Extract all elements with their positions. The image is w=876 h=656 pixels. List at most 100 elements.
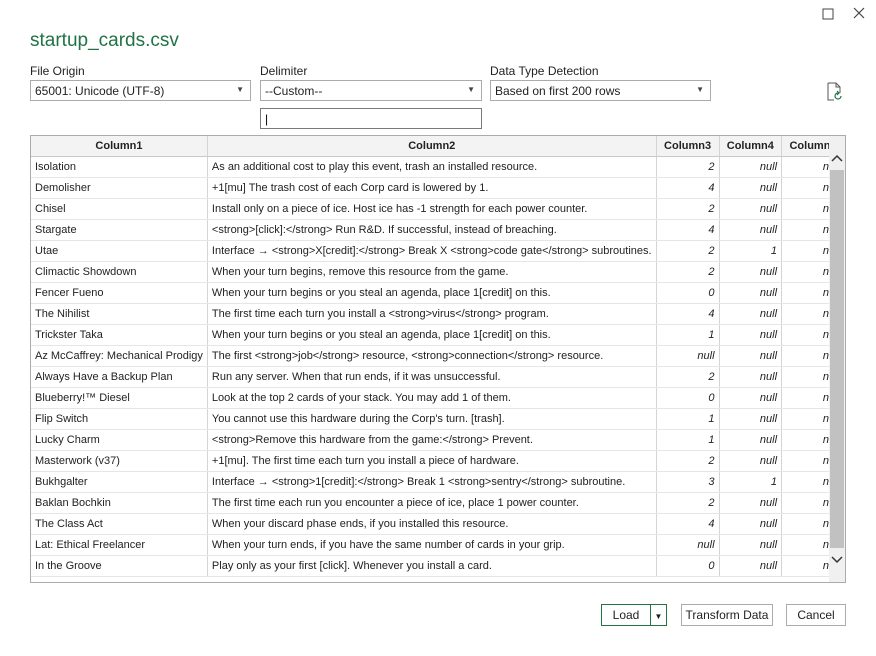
table-cell: null bbox=[719, 282, 783, 304]
cancel-button[interactable]: Cancel bbox=[786, 604, 846, 626]
scroll-down-button[interactable] bbox=[829, 552, 845, 568]
table-row: Chisel Install only on a piece of ice. Ho… bbox=[31, 198, 845, 220]
table-cell: Utae bbox=[31, 240, 208, 262]
table-cell: Stargate bbox=[31, 219, 208, 241]
table-cell: 2 bbox=[656, 261, 720, 283]
table-cell: Lat: Ethical Freelancer bbox=[31, 534, 208, 556]
table-cell: 0 bbox=[656, 282, 720, 304]
column-header[interactable]: Column4 bbox=[719, 136, 783, 157]
table-row: Demolisher +1[mu] The trash cost of each … bbox=[31, 177, 845, 199]
table-cell: Run any server. When that run ends, if i… bbox=[207, 366, 657, 388]
column-header[interactable]: Column1 bbox=[31, 136, 208, 157]
scroll-up-button[interactable] bbox=[829, 150, 845, 166]
table-cell: null bbox=[719, 156, 783, 178]
table-cell: The Class Act bbox=[31, 513, 208, 535]
transform-data-button[interactable]: Transform Data bbox=[681, 604, 773, 626]
table-cell: null bbox=[719, 345, 783, 367]
table-cell: null bbox=[719, 219, 783, 241]
table-cell: 0 bbox=[656, 387, 720, 409]
table-cell: Lucky Charm bbox=[31, 429, 208, 451]
table-cell: null bbox=[719, 387, 783, 409]
table-cell: The first <strong>job</strong> resource,… bbox=[207, 345, 657, 367]
table-cell: null bbox=[719, 492, 783, 514]
chevron-down-icon bbox=[831, 556, 843, 564]
table-cell: 2 bbox=[656, 198, 720, 220]
table-cell: You cannot use this hardware during the … bbox=[207, 408, 657, 430]
table-row: Masterwork (v37) +1[mu]. The first time e… bbox=[31, 450, 845, 472]
preview-grid[interactable]: Column1 Column2 Column3 Column4 Column5 … bbox=[30, 135, 846, 583]
table-cell: When your discard phase ends, if you ins… bbox=[207, 513, 657, 535]
delimiter-select[interactable]: --Custom-- ▼ bbox=[260, 80, 482, 101]
table-row: Flip Switch You cannot use this hardware … bbox=[31, 408, 845, 430]
table-cell: Fencer Fueno bbox=[31, 282, 208, 304]
chevron-down-icon: ▼ bbox=[654, 612, 663, 621]
table-row: Blueberry!™ Diesel Look at the top 2 card… bbox=[31, 387, 845, 409]
load-options-dropdown[interactable]: ▼ bbox=[650, 604, 667, 626]
chevron-up-icon bbox=[831, 154, 843, 162]
custom-delimiter-input[interactable] bbox=[260, 108, 482, 129]
table-cell: Isolation bbox=[31, 156, 208, 178]
table-cell: Look at the top 2 cards of your stack. Y… bbox=[207, 387, 657, 409]
table-cell: null bbox=[719, 303, 783, 325]
table-cell: 3 bbox=[656, 471, 720, 493]
table-cell: Interface → <strong>X[credit]:</strong> … bbox=[207, 240, 657, 262]
table-row: The Class Act When your discard phase end… bbox=[31, 513, 845, 535]
table-cell: Install only on a piece of ice. Host ice… bbox=[207, 198, 657, 220]
table-cell: Flip Switch bbox=[31, 408, 208, 430]
table-cell: null bbox=[719, 429, 783, 451]
chevron-down-icon: ▼ bbox=[696, 85, 704, 94]
table-cell: null bbox=[719, 198, 783, 220]
table-cell: The first time each turn you install a <… bbox=[207, 303, 657, 325]
vertical-scrollbar[interactable] bbox=[829, 136, 845, 582]
table-cell: null bbox=[719, 555, 783, 577]
detection-select[interactable]: Based on first 200 rows ▼ bbox=[490, 80, 711, 101]
table-cell: null bbox=[719, 261, 783, 283]
table-cell: null bbox=[719, 513, 783, 535]
table-cell: 2 bbox=[656, 366, 720, 388]
column-header[interactable]: Column3 bbox=[656, 136, 720, 157]
preview-table: Column1 Column2 Column3 Column4 Column5 … bbox=[31, 136, 845, 577]
header-row: Column1 Column2 Column3 Column4 Column5 bbox=[31, 136, 845, 157]
refresh-button[interactable] bbox=[826, 82, 844, 102]
load-button[interactable]: Load bbox=[601, 604, 651, 626]
table-cell: When your turn begins or you steal an ag… bbox=[207, 324, 657, 346]
table-cell: When your turn ends, if you have the sam… bbox=[207, 534, 657, 556]
table-cell: Baklan Bochkin bbox=[31, 492, 208, 514]
table-cell: null bbox=[656, 345, 720, 367]
file-origin-label: File Origin bbox=[30, 64, 85, 78]
table-row: Fencer Fueno When your turn begins or you… bbox=[31, 282, 845, 304]
delimiter-value: --Custom-- bbox=[265, 84, 323, 98]
table-cell: null bbox=[719, 408, 783, 430]
table-row: Az McCaffrey: Mechanical Prodigy The firs… bbox=[31, 345, 845, 367]
table-cell: 2 bbox=[656, 240, 720, 262]
table-cell: The Nihilist bbox=[31, 303, 208, 325]
table-cell: The first time each run you encounter a … bbox=[207, 492, 657, 514]
chevron-down-icon: ▼ bbox=[236, 85, 244, 94]
table-cell: Bukhgalter bbox=[31, 471, 208, 493]
maximize-button[interactable] bbox=[816, 4, 840, 24]
table-row: Isolation As an additional cost to play t… bbox=[31, 156, 845, 178]
close-icon bbox=[853, 7, 865, 19]
table-cell: 1 bbox=[719, 471, 783, 493]
table-row: Baklan Bochkin The first time each run yo… bbox=[31, 492, 845, 514]
table-cell: Masterwork (v37) bbox=[31, 450, 208, 472]
table-cell: Always Have a Backup Plan bbox=[31, 366, 208, 388]
scroll-thumb[interactable] bbox=[830, 170, 844, 548]
table-row: Climactic Showdown When your turn begins,… bbox=[31, 261, 845, 283]
table-cell: 0 bbox=[656, 555, 720, 577]
table-cell: 2 bbox=[656, 492, 720, 514]
table-cell: +1[mu] The trash cost of each Corp card … bbox=[207, 177, 657, 199]
table-row: Stargate <strong>[click]:</strong> Run R&… bbox=[31, 219, 845, 241]
delimiter-label: Delimiter bbox=[260, 64, 308, 78]
column-header[interactable]: Column2 bbox=[207, 136, 657, 157]
table-cell: Blueberry!™ Diesel bbox=[31, 387, 208, 409]
table-cell: In the Groove bbox=[31, 555, 208, 577]
table-cell: 4 bbox=[656, 513, 720, 535]
table-cell: 2 bbox=[656, 156, 720, 178]
close-button[interactable] bbox=[847, 4, 871, 24]
table-row: Utae Interface → <strong>X[credit]:</stro… bbox=[31, 240, 845, 262]
table-cell: Demolisher bbox=[31, 177, 208, 199]
refresh-file-icon bbox=[827, 82, 842, 101]
table-cell: null bbox=[719, 450, 783, 472]
file-origin-select[interactable]: 65001: Unicode (UTF-8) ▼ bbox=[30, 80, 251, 101]
